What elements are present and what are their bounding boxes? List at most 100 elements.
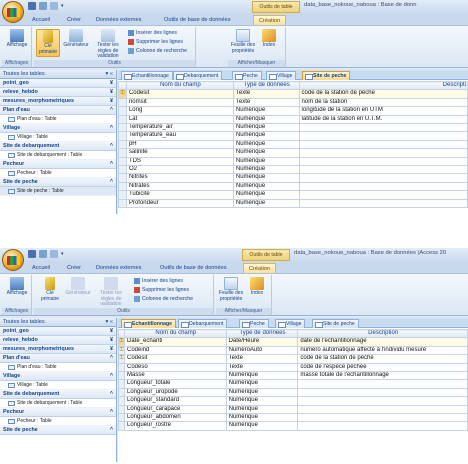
nav-item-table[interactable]: Village : Table bbox=[0, 381, 116, 390]
description-cell[interactable]: code de la station de pêche bbox=[298, 89, 468, 99]
description-cell[interactable] bbox=[297, 396, 468, 406]
nav-item-table[interactable]: Site de peche : Table bbox=[0, 187, 116, 196]
field-name-cell[interactable]: Codeind bbox=[123, 345, 227, 356]
description-cell[interactable] bbox=[297, 421, 468, 431]
column-header-nom-du-champ[interactable]: Nom du champ bbox=[125, 80, 234, 91]
row-selector[interactable] bbox=[118, 97, 127, 108]
field-name-cell[interactable]: Longueur_abdomen bbox=[123, 413, 227, 423]
field-name-cell[interactable]: Longueur_standard bbox=[123, 396, 227, 406]
field-name-cell[interactable]: Date_echanti bbox=[123, 337, 227, 347]
ribbon-tab-accueil[interactable]: Accueil bbox=[32, 263, 50, 273]
nav-group-point-geo[interactable]: point_geo ¥ bbox=[0, 79, 116, 88]
field-name-cell[interactable]: O2 bbox=[125, 165, 234, 175]
description-cell[interactable]: longitude de la station en UTM bbox=[298, 106, 468, 116]
field-name-cell[interactable]: Longueur_rostre bbox=[123, 421, 227, 431]
field-name-cell[interactable]: TDS bbox=[125, 156, 234, 167]
row-selector[interactable] bbox=[118, 156, 127, 167]
table-row[interactable]: ⚿ Codesit Texte code de la station de pêche bbox=[118, 354, 468, 364]
redo-icon[interactable] bbox=[50, 250, 58, 258]
description-cell[interactable]: nom de la station bbox=[298, 97, 468, 108]
field-name-cell[interactable]: pH bbox=[125, 139, 234, 150]
data-type-cell[interactable]: Numérique bbox=[232, 173, 300, 183]
nav-item-table[interactable]: Site de debarquement : Table bbox=[0, 151, 116, 160]
row-selector[interactable] bbox=[118, 148, 127, 158]
supprimer-lignes-button[interactable]: Supprimer les lignes bbox=[128, 38, 183, 46]
field-name-cell[interactable]: Tubicite bbox=[125, 190, 234, 200]
field-name-cell[interactable]: Lat bbox=[125, 114, 234, 125]
data-type-cell[interactable]: Numérique bbox=[225, 396, 299, 406]
description-cell[interactable] bbox=[298, 198, 468, 209]
doc-tab-site-de-peche[interactable]: Site de peche bbox=[312, 319, 359, 328]
field-name-cell[interactable]: Longueur_carapace bbox=[123, 404, 227, 415]
inserer-lignes-button[interactable]: Insérer des lignes bbox=[134, 277, 183, 285]
ribbon-tab-donnees-externes[interactable]: Données externes bbox=[96, 15, 141, 25]
table-row[interactable]: ⚿ Codesit Texte code de la station de pêche bbox=[118, 89, 468, 99]
table-row[interactable]: Lat Numérique latitude de la station en U.… bbox=[118, 114, 468, 125]
ribbon-tab-donnees-externes[interactable]: Données externes bbox=[96, 263, 141, 273]
field-name-cell[interactable]: Nitrites bbox=[125, 173, 234, 183]
table-row[interactable]: Longueur_carapace Numérique bbox=[118, 404, 468, 415]
redo-icon[interactable] bbox=[50, 2, 58, 10]
supprimer-lignes-button[interactable]: Supprimer les lignes bbox=[134, 286, 189, 294]
nav-pane-header[interactable]: Toutes les tables ▾ « bbox=[0, 70, 116, 79]
doc-tab-debarquement[interactable]: Debarquement bbox=[173, 71, 223, 80]
field-name-cell[interactable]: Codeso bbox=[123, 362, 227, 373]
field-name-cell[interactable]: Nitrates bbox=[125, 181, 234, 192]
table-row[interactable]: Longueur_uropode Numérique bbox=[118, 387, 468, 398]
table-row[interactable]: Tubicite Numérique bbox=[118, 190, 468, 200]
field-name-cell[interactable]: Masse bbox=[123, 371, 227, 381]
field-name-cell[interactable]: Codesit bbox=[123, 354, 227, 364]
table-row[interactable]: Temperature_eau Numérique bbox=[118, 131, 468, 141]
save-icon[interactable] bbox=[28, 2, 36, 10]
doc-tab-debarquement[interactable]: Debarquement bbox=[178, 319, 228, 328]
description-cell[interactable] bbox=[298, 156, 468, 167]
doc-tab-village[interactable]: Village bbox=[266, 71, 297, 80]
data-type-cell[interactable]: Numérique bbox=[232, 190, 300, 200]
doc-tab-village[interactable]: Village bbox=[275, 319, 306, 328]
data-type-cell[interactable]: Texte bbox=[225, 354, 299, 364]
undo-icon[interactable] bbox=[39, 2, 47, 10]
colonne-recherche-button[interactable]: Colonne de recherche bbox=[134, 295, 193, 303]
ribbon-tab-creer[interactable]: Créer bbox=[67, 15, 81, 25]
description-cell[interactable]: masse totale de l'échantillonnage bbox=[297, 371, 468, 381]
table-row[interactable]: O2 Numérique bbox=[118, 165, 468, 175]
nav-item-table[interactable]: Plan d'eau : Table bbox=[0, 115, 116, 124]
table-row[interactable]: ⚿ Date_echanti Date/Heure date de l'échanti… bbox=[118, 337, 468, 347]
data-type-cell[interactable]: Numérique bbox=[232, 156, 300, 167]
description-cell[interactable] bbox=[298, 173, 468, 183]
affichage-button[interactable]: Affichage bbox=[5, 277, 29, 305]
doc-tab-peche[interactable]: Peche bbox=[232, 71, 262, 80]
row-selector[interactable] bbox=[118, 131, 127, 141]
feuille-proprietes-button[interactable]: Feuille des propriétés bbox=[218, 277, 244, 305]
data-type-cell[interactable]: Numérique bbox=[232, 106, 300, 116]
table-row[interactable]: Nitrites Numérique bbox=[118, 173, 468, 183]
description-cell[interactable] bbox=[297, 413, 468, 423]
table-row[interactable]: Longueur_standard Numérique bbox=[118, 396, 468, 406]
row-selector[interactable] bbox=[118, 114, 127, 125]
description-cell[interactable] bbox=[298, 165, 468, 175]
row-selector[interactable] bbox=[118, 173, 127, 183]
column-header-description[interactable]: Descripti bbox=[298, 80, 468, 91]
field-name-cell[interactable]: Codesit bbox=[125, 89, 234, 99]
table-row[interactable]: Codeso Texte code de l'espèce pêchée bbox=[118, 362, 468, 373]
feuille-proprietes-button[interactable]: Feuille des propriétés bbox=[230, 29, 256, 57]
row-selector[interactable] bbox=[118, 190, 127, 200]
data-type-cell[interactable]: Numérique bbox=[225, 421, 299, 431]
nav-group-mesures[interactable]: mesures_morphometriques ¥ bbox=[0, 345, 116, 354]
column-header-type[interactable]: Type de données bbox=[232, 80, 300, 91]
data-type-cell[interactable]: Numérique bbox=[232, 139, 300, 150]
nav-item-table[interactable]: Site de debarquement : Table bbox=[0, 399, 116, 408]
doc-tab-site-de-peche[interactable]: Site de peche bbox=[302, 71, 351, 80]
nav-item-table[interactable]: Pecheur : Table bbox=[0, 169, 116, 178]
data-type-cell[interactable]: Date/Heure bbox=[225, 337, 299, 347]
affichage-button[interactable]: Affichage bbox=[5, 29, 29, 57]
table-row[interactable]: Nitrates Numérique bbox=[118, 181, 468, 192]
field-name-cell[interactable]: Long bbox=[125, 106, 234, 116]
nav-group-releve-hebdo[interactable]: releve_hebdo ¥ bbox=[0, 88, 116, 97]
generateur-button[interactable]: Générateur bbox=[64, 277, 92, 305]
data-type-cell[interactable]: Numérique bbox=[225, 404, 299, 415]
nav-group-mesures[interactable]: mesures_morphometriques ¥ bbox=[0, 97, 116, 106]
row-selector[interactable] bbox=[118, 139, 127, 150]
description-cell[interactable]: code de la station de pêche bbox=[297, 354, 468, 364]
tester-regles-button[interactable]: Tester les règles de validation bbox=[94, 277, 128, 307]
